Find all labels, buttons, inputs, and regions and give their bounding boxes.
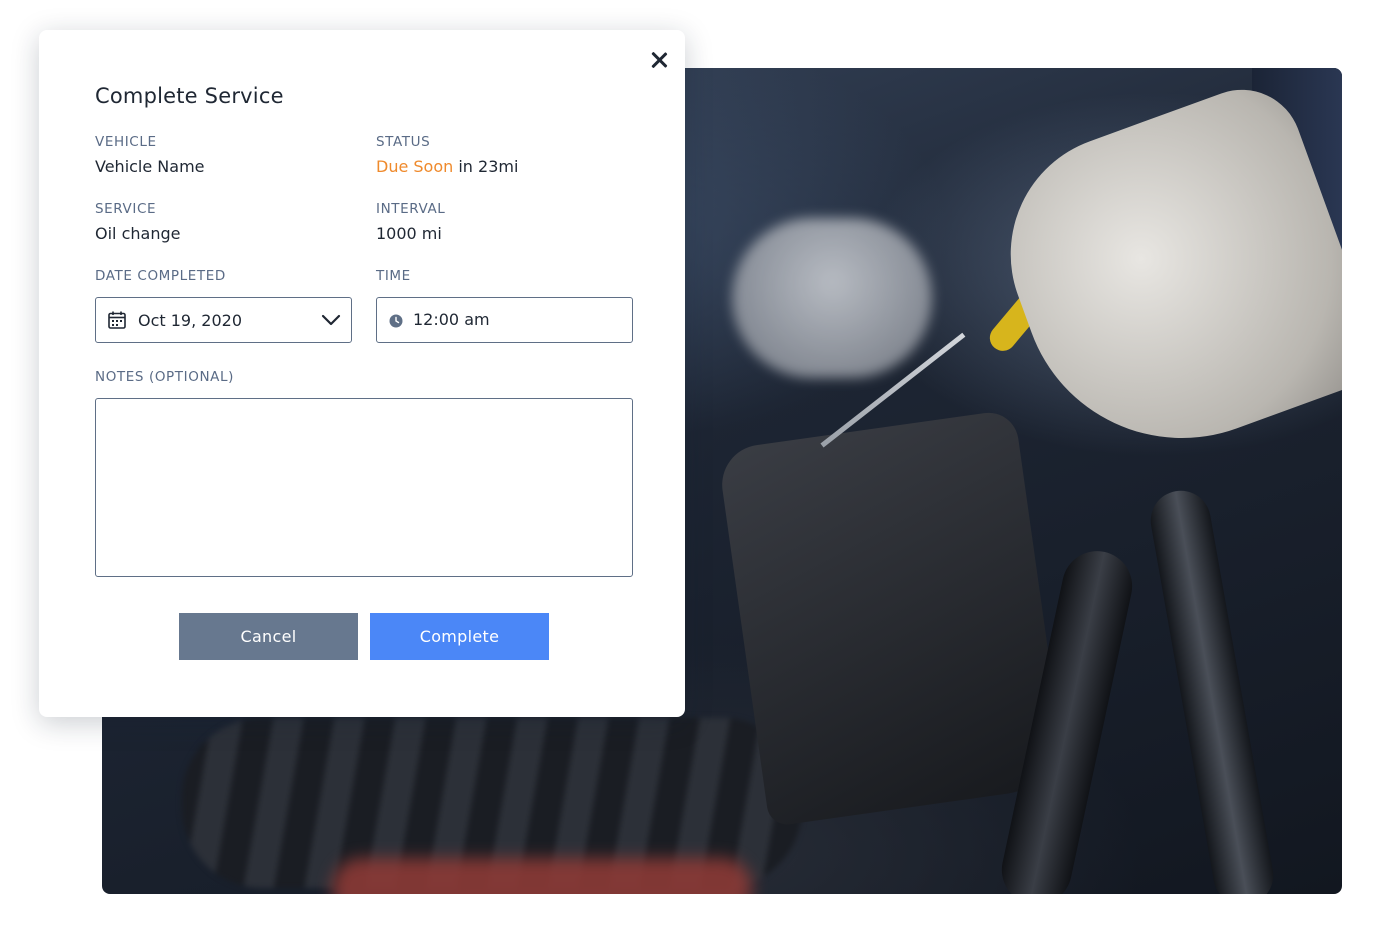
date-value: Oct 19, 2020	[138, 311, 242, 330]
mechanic-glove	[976, 72, 1342, 484]
time-label: TIME	[376, 268, 411, 284]
complete-button[interactable]: Complete	[370, 613, 549, 660]
cancel-button[interactable]: Cancel	[179, 613, 358, 660]
notes-label: NOTES (OPTIONAL)	[95, 369, 234, 385]
complete-service-dialog: Complete Service VEHICLE Vehicle Name ST…	[39, 30, 685, 717]
status-due-soon: Due Soon	[376, 157, 454, 176]
vehicle-label: VEHICLE	[95, 134, 157, 150]
service-value: Oil change	[95, 224, 181, 243]
close-icon[interactable]	[647, 48, 671, 72]
notes-textarea[interactable]	[95, 398, 633, 577]
dialog-title: Complete Service	[95, 84, 284, 108]
service-label: SERVICE	[95, 201, 157, 217]
date-picker[interactable]: Oct 19, 2020	[95, 297, 352, 343]
engine-hose	[1145, 485, 1279, 894]
status-value: Due Soon in 23mi	[376, 157, 518, 176]
red-engine-part	[332, 858, 752, 894]
time-value: 12:00 am	[413, 310, 490, 329]
vehicle-value: Vehicle Name	[95, 157, 205, 176]
clock-icon	[389, 314, 403, 328]
date-completed-label: DATE COMPLETED	[95, 268, 226, 284]
status-distance: in 23mi	[453, 157, 519, 176]
calendar-icon	[108, 311, 126, 329]
interval-label: INTERVAL	[376, 201, 446, 217]
chevron-down-icon[interactable]	[321, 313, 341, 327]
engine-cover	[717, 408, 1067, 828]
status-label: STATUS	[376, 134, 431, 150]
time-field[interactable]: 12:00 am	[376, 297, 633, 343]
blurred-glove	[732, 218, 932, 378]
interval-value: 1000 mi	[376, 224, 442, 243]
